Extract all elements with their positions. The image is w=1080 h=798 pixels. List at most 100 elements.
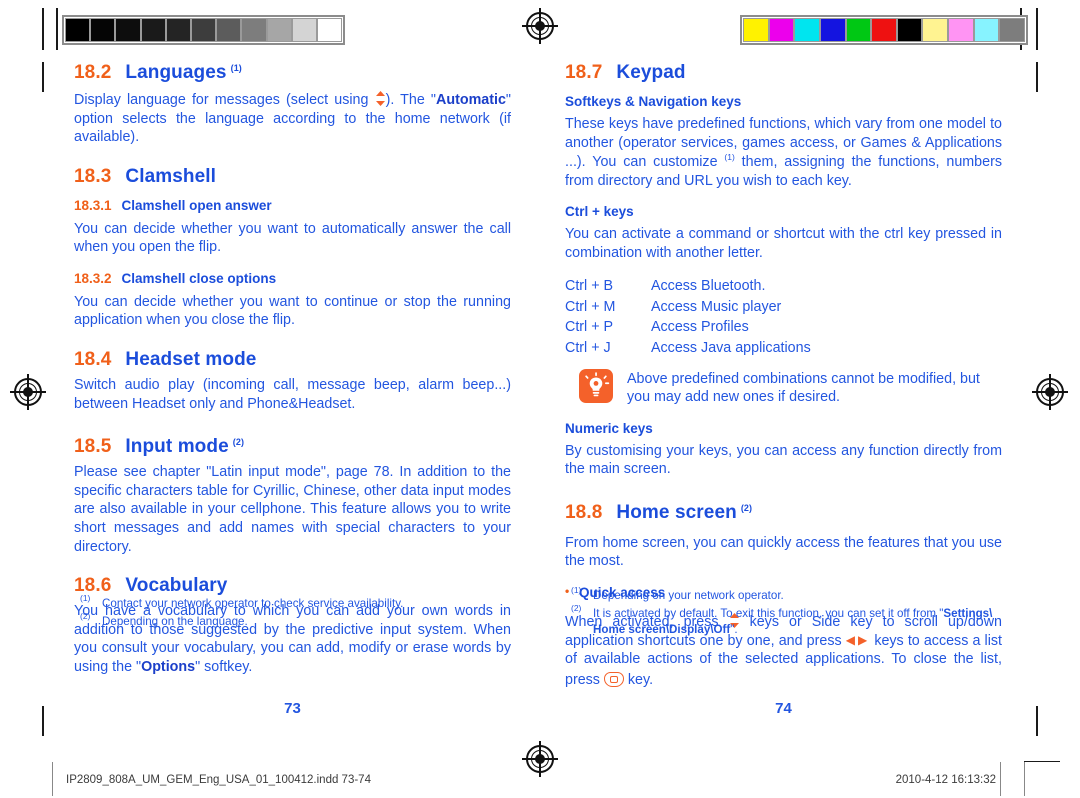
paragraph-input-mode: Please see chapter "Latin input mode", p… bbox=[74, 464, 511, 555]
footnote-marker: (1) bbox=[571, 585, 582, 595]
color-patch-6 bbox=[871, 18, 897, 42]
color-patch-11 bbox=[999, 18, 1026, 42]
ctrl-shortcut-combo: Ctrl + B bbox=[565, 278, 614, 295]
subheading-title: Clamshell close options bbox=[121, 270, 277, 286]
gray-patch-6 bbox=[190, 18, 217, 42]
subheading-title: Clamshell open answer bbox=[121, 197, 272, 213]
heading-number: 18.8 bbox=[565, 501, 603, 523]
color-patch-10 bbox=[973, 18, 1000, 42]
grayscale-step-wedge bbox=[62, 15, 345, 45]
gray-patch-9 bbox=[266, 18, 292, 42]
footnote-text: It is activated by default. To exit this… bbox=[593, 606, 993, 636]
tip-text: Above predefined combinations cannot be … bbox=[627, 370, 980, 406]
ctrl-shortcut-description: Access Bluetooth. bbox=[651, 278, 766, 295]
updown-arrow-icon bbox=[375, 91, 386, 106]
lightbulb-tip-icon bbox=[579, 368, 613, 403]
gray-patch-10 bbox=[291, 18, 317, 42]
paragraph-headset-mode: Switch audio play (incoming call, messag… bbox=[74, 377, 511, 412]
ctrl-shortcut-combo: Ctrl + J bbox=[565, 339, 611, 356]
heading-title: Vocabulary bbox=[125, 575, 228, 597]
color-patch-9 bbox=[948, 18, 974, 42]
heading-title: Languages bbox=[125, 62, 227, 83]
ctrl-shortcut-list: Ctrl + B Access Bluetooth. Ctrl + M Access … bbox=[565, 276, 1002, 358]
trim-tick-left-inner bbox=[56, 8, 58, 50]
heading-18-4: 18.4 Headset mode bbox=[74, 349, 511, 371]
gray-patch-1 bbox=[65, 18, 91, 42]
heading-18-3-1: 18.3.1 Clamshell open answer bbox=[74, 198, 511, 213]
heading-title: Home screen bbox=[616, 501, 737, 523]
color-patch-1 bbox=[743, 18, 769, 42]
color-patch-8 bbox=[922, 18, 949, 42]
gray-patch-2 bbox=[90, 18, 116, 42]
slug-rule-far-right bbox=[1024, 762, 1025, 796]
subheading-number: 18.3.1 bbox=[74, 197, 112, 213]
tip-callout: Above predefined combinations cannot be … bbox=[579, 368, 1002, 407]
ctrl-shortcut-row: Ctrl + M Access Music player bbox=[565, 297, 1002, 318]
slug-rule-corner bbox=[1024, 760, 1060, 762]
paragraph-languages: Display language for messages (select us… bbox=[74, 91, 511, 146]
heading-18-3-2: 18.3.2 Clamshell close options bbox=[74, 271, 511, 286]
footnote-text: Contact your network operator to check s… bbox=[102, 597, 404, 610]
color-patch-4 bbox=[819, 18, 846, 42]
color-patch-3 bbox=[794, 18, 820, 42]
heading-number: 18.2 bbox=[74, 62, 112, 83]
paragraph-clamshell-open: You can decide whether you want to autom… bbox=[74, 220, 511, 256]
gray-patch-5 bbox=[165, 18, 191, 42]
ctrl-shortcut-description: Access Profiles bbox=[651, 319, 749, 336]
heading-title: Keypad bbox=[616, 62, 686, 83]
heading-number: 18.3 bbox=[74, 165, 112, 187]
footnote-ref: (1) bbox=[230, 63, 242, 73]
ctrl-shortcut-row: Ctrl + P Access Profiles bbox=[565, 317, 1002, 338]
subheading-number: 18.3.2 bbox=[74, 270, 112, 286]
footnote-row: (1) Contact your network operator to chec… bbox=[74, 593, 511, 612]
paragraph-ctrl-keys: You can activate a command or shortcut w… bbox=[565, 226, 1002, 261]
ctrl-shortcut-row: Ctrl + J Access Java applications bbox=[565, 338, 1002, 359]
heading-number: 18.7 bbox=[565, 62, 603, 83]
paragraph-home-screen: From home screen, you can quickly access… bbox=[565, 534, 1002, 570]
heading-title: Input mode bbox=[125, 436, 229, 458]
slug-datetime: 2010-4-12 16:13:32 bbox=[895, 774, 996, 786]
slug-rule-left bbox=[52, 762, 53, 796]
footnotes-page-74: (1) Depending on your network operator. (2… bbox=[565, 585, 1002, 639]
paragraph-clamshell-close: You can decide whether you want to conti… bbox=[74, 293, 511, 329]
ctrl-shortcut-description: Access Java applications bbox=[651, 339, 811, 356]
paragraph-numeric-keys: By customising your keys, you can access… bbox=[565, 442, 1002, 478]
color-patch-5 bbox=[845, 18, 872, 42]
heading-number: 18.4 bbox=[74, 349, 112, 371]
heading-18-3: 18.3 Clamshell bbox=[74, 166, 511, 188]
heading-18-6: 18.6 Vocabulary bbox=[74, 575, 511, 597]
page-number-73: 73 bbox=[284, 700, 301, 717]
heading-18-8: 18.8 Home screen (2) bbox=[565, 502, 1002, 524]
gray-patch-11 bbox=[316, 18, 343, 42]
gray-patch-7 bbox=[216, 18, 242, 42]
footnote-text: Depending on your network operator. bbox=[593, 589, 784, 602]
color-patch-7 bbox=[896, 18, 923, 42]
ctrl-shortcut-description: Access Music player bbox=[651, 298, 782, 315]
subheading-numeric-keys: Numeric keys bbox=[565, 420, 653, 436]
page-number-74: 74 bbox=[775, 700, 792, 717]
footnote-row: (2) Depending on the language. bbox=[74, 611, 511, 630]
footnote-marker: (2) bbox=[571, 602, 582, 613]
ctrl-shortcut-row: Ctrl + B Access Bluetooth. bbox=[565, 276, 1002, 297]
registration-target-top bbox=[522, 8, 558, 44]
footnote-text: Depending on the language. bbox=[102, 614, 248, 628]
heading-18-7: 18.7 Keypad bbox=[565, 62, 1002, 84]
back-key-icon bbox=[603, 671, 624, 687]
registration-target-bottom bbox=[522, 741, 558, 777]
subheading-ctrl-keys: Ctrl + keys bbox=[565, 204, 634, 220]
slug-filename: IP2809_808A_UM_GEM_Eng_USA_01_100412.ind… bbox=[66, 774, 371, 786]
footnote-marker: (1) bbox=[80, 593, 91, 603]
footnote-row: (1) Depending on your network operator. bbox=[565, 585, 1002, 604]
footnote-ref: (2) bbox=[740, 502, 753, 513]
trim-tick-right bbox=[1036, 8, 1038, 50]
footnote-row: (2) It is activated by default. To exit t… bbox=[565, 602, 1002, 638]
gray-patch-8 bbox=[241, 18, 267, 42]
footnotes-page-73: (1) Contact your network operator to chec… bbox=[74, 593, 511, 632]
ctrl-shortcut-combo: Ctrl + P bbox=[565, 319, 614, 336]
heading-number: 18.5 bbox=[74, 436, 112, 458]
cmyk-color-control-bar bbox=[740, 15, 1028, 45]
heading-title: Headset mode bbox=[125, 349, 257, 371]
heading-title: Clamshell bbox=[125, 165, 217, 187]
paragraph-softkeys: These keys have predefined functions, wh… bbox=[565, 116, 1002, 189]
ctrl-shortcut-combo: Ctrl + M bbox=[565, 298, 616, 315]
